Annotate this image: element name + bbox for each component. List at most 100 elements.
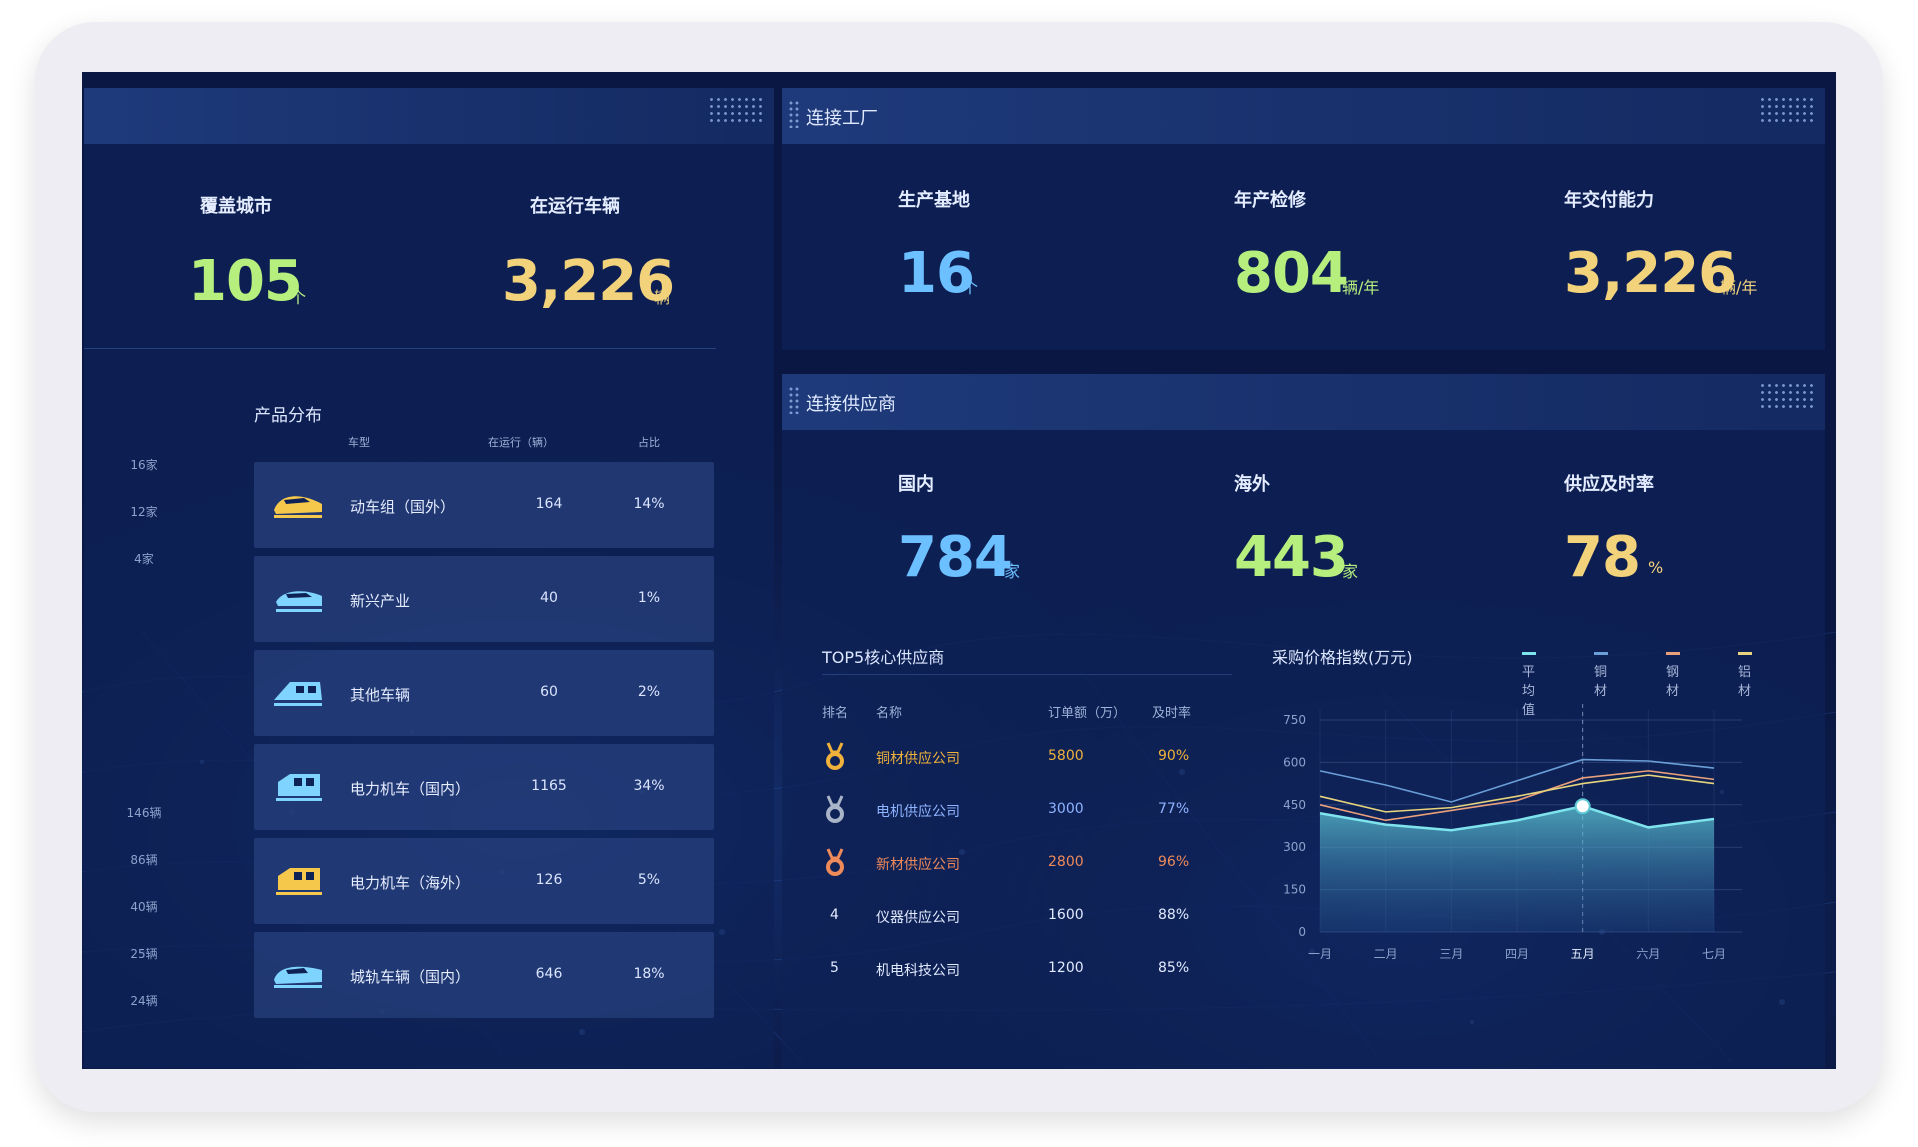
product-name: 城轨车辆（国内） <box>350 968 471 986</box>
supplier-panel: 连接供应商 国内 784 家 海外 443 家 供应及时率 78 % TOP5核… <box>782 374 1825 1068</box>
factory-panel: 连接工厂 生产基地 16 个 年产检修 804 辆/年 年交付能力 3,226 … <box>782 88 1825 350</box>
header-dots-decoration <box>1759 96 1815 126</box>
supplier-rate: 85% <box>1158 960 1190 976</box>
product-count: 40 <box>540 590 558 606</box>
metric-unit-ontime: % <box>1648 558 1664 577</box>
product-name: 其他车辆 <box>350 686 411 704</box>
x-tick-label: 二月 <box>1374 947 1398 961</box>
col-head-count: 在运行（辆） <box>488 436 554 449</box>
product-row[interactable]: 动车组（国外） 164 14% <box>254 462 714 548</box>
col-head-type: 车型 <box>348 436 370 449</box>
left-panel: 覆盖城市 105 个 在运行车辆 3,226 辆 产品分布 车型 在运行（辆） … <box>84 88 774 1068</box>
supplier-rank: 4 <box>830 907 839 923</box>
col-head-ratio: 占比 <box>638 436 660 449</box>
metric-label-domestic: 国内 <box>898 474 934 495</box>
product-name: 动车组（国外） <box>350 498 456 516</box>
product-row[interactable]: 新兴产业 40 1% <box>254 556 714 642</box>
header-corner-decoration <box>788 100 800 128</box>
legend-item[interactable]: 钢材 <box>1666 646 1686 699</box>
supplier-amount: 5800 <box>1048 748 1084 764</box>
header-corner-decoration <box>788 386 800 414</box>
metric-value-overseas: 443 <box>1234 525 1349 590</box>
distribution-title: 产品分布 <box>254 406 322 426</box>
header-dots-decoration <box>1759 382 1815 412</box>
product-ratio: 5% <box>637 872 661 888</box>
metric-label-bases: 生产基地 <box>898 190 970 211</box>
product-row[interactable]: 其他车辆 60 2% <box>254 650 714 736</box>
metric-label-maintenance: 年产检修 <box>1234 190 1306 211</box>
col-head-rank: 排名 <box>822 706 849 721</box>
legend-swatch <box>1522 652 1536 655</box>
product-row[interactable]: 电力机车（海外） 126 5% <box>254 838 714 924</box>
product-name: 电力机车（海外） <box>350 874 471 892</box>
electric-locomotive-icon <box>276 868 322 895</box>
product-ratio: 14% <box>633 496 665 512</box>
supplier-rate: 90% <box>1158 748 1190 764</box>
x-tick-label: 三月 <box>1439 947 1463 961</box>
legend-swatch <box>1738 652 1752 655</box>
y-tick-label: 300 <box>1283 840 1306 854</box>
y-tick-label: 450 <box>1283 798 1306 812</box>
supplier-name[interactable]: 铜材供应公司 <box>876 748 960 768</box>
header-dots-decoration <box>708 96 764 126</box>
legend-label: 钢材 <box>1666 665 1680 699</box>
supplier-name[interactable]: 电机供应公司 <box>876 801 960 821</box>
metric-value-domestic: 784 <box>898 525 1013 590</box>
x-tick-label: 四月 <box>1505 947 1529 961</box>
col-head-amount: 订单额（万） <box>1048 706 1127 721</box>
factory-panel-header: 连接工厂 <box>782 88 1825 144</box>
metric-unit-delivery: 辆/年 <box>1720 278 1758 297</box>
bullet-train-icon <box>274 496 322 518</box>
metro-train-icon <box>274 966 322 988</box>
axis-label: 146辆 <box>126 806 162 820</box>
axis-label: 4家 <box>134 552 154 566</box>
legend-label: 平均值 <box>1522 665 1536 718</box>
legend-item[interactable]: 铝材 <box>1738 646 1758 699</box>
supplier-rank: 5 <box>830 960 839 976</box>
legend-swatch <box>1666 652 1680 655</box>
x-tick-label: 五月 <box>1571 947 1595 961</box>
metric-unit-vehicles: 辆 <box>654 288 671 307</box>
product-name: 新兴产业 <box>350 592 411 610</box>
product-row[interactable]: 城轨车辆（国内） 646 18% <box>254 932 714 1018</box>
product-count: 646 <box>535 966 563 982</box>
metric-value-delivery: 3,226 <box>1564 241 1737 306</box>
supplier-amount: 2800 <box>1048 854 1084 870</box>
supplier-name[interactable]: 仪器供应公司 <box>876 907 960 927</box>
metric-label-vehicles: 在运行车辆 <box>530 196 620 217</box>
factory-panel-title: 连接工厂 <box>806 108 878 129</box>
product-ratio: 34% <box>633 778 665 794</box>
product-count: 126 <box>535 872 563 888</box>
x-tick-label: 六月 <box>1636 947 1660 961</box>
metric-unit-maintenance: 辆/年 <box>1342 278 1380 297</box>
y-tick-label: 0 <box>1298 925 1306 939</box>
axis-label: 24辆 <box>130 994 158 1008</box>
x-tick-label: 一月 <box>1308 947 1332 961</box>
metric-value-vehicles: 3,226 <box>502 249 675 314</box>
metric-value-cities: 105 <box>188 249 303 314</box>
axis-label: 25辆 <box>130 947 158 961</box>
supplier-name[interactable]: 新材供应公司 <box>876 854 960 874</box>
supplier-rate: 96% <box>1158 854 1190 870</box>
chart-title: 采购价格指数(万元) <box>1272 648 1413 667</box>
metric-value-ontime: 78 <box>1564 525 1641 590</box>
highlight-point <box>1574 798 1591 815</box>
product-ratio: 1% <box>637 590 661 606</box>
supplier-rate: 77% <box>1158 801 1190 817</box>
y-tick-label: 150 <box>1283 883 1306 897</box>
supplier-name[interactable]: 机电科技公司 <box>876 960 960 980</box>
other-vehicle-icon <box>274 682 322 706</box>
product-row[interactable]: 电力机车（国内） 1165 34% <box>254 744 714 830</box>
top5-title: TOP5核心供应商 <box>822 648 945 667</box>
supplier-amount: 3000 <box>1048 801 1084 817</box>
series-line-平均值 <box>1319 804 1715 832</box>
product-count: 60 <box>540 684 558 700</box>
legend-item[interactable]: 平均值 <box>1522 646 1542 718</box>
metric-label-delivery: 年交付能力 <box>1564 190 1654 211</box>
metric-value-maintenance: 804 <box>1234 241 1349 306</box>
legend-item[interactable]: 铜材 <box>1594 646 1614 699</box>
metric-unit-overseas: 家 <box>1342 562 1359 581</box>
axis-label: 12家 <box>130 505 158 519</box>
series-area-平均值 <box>1320 806 1714 932</box>
bronze-medal-icon <box>826 848 844 876</box>
